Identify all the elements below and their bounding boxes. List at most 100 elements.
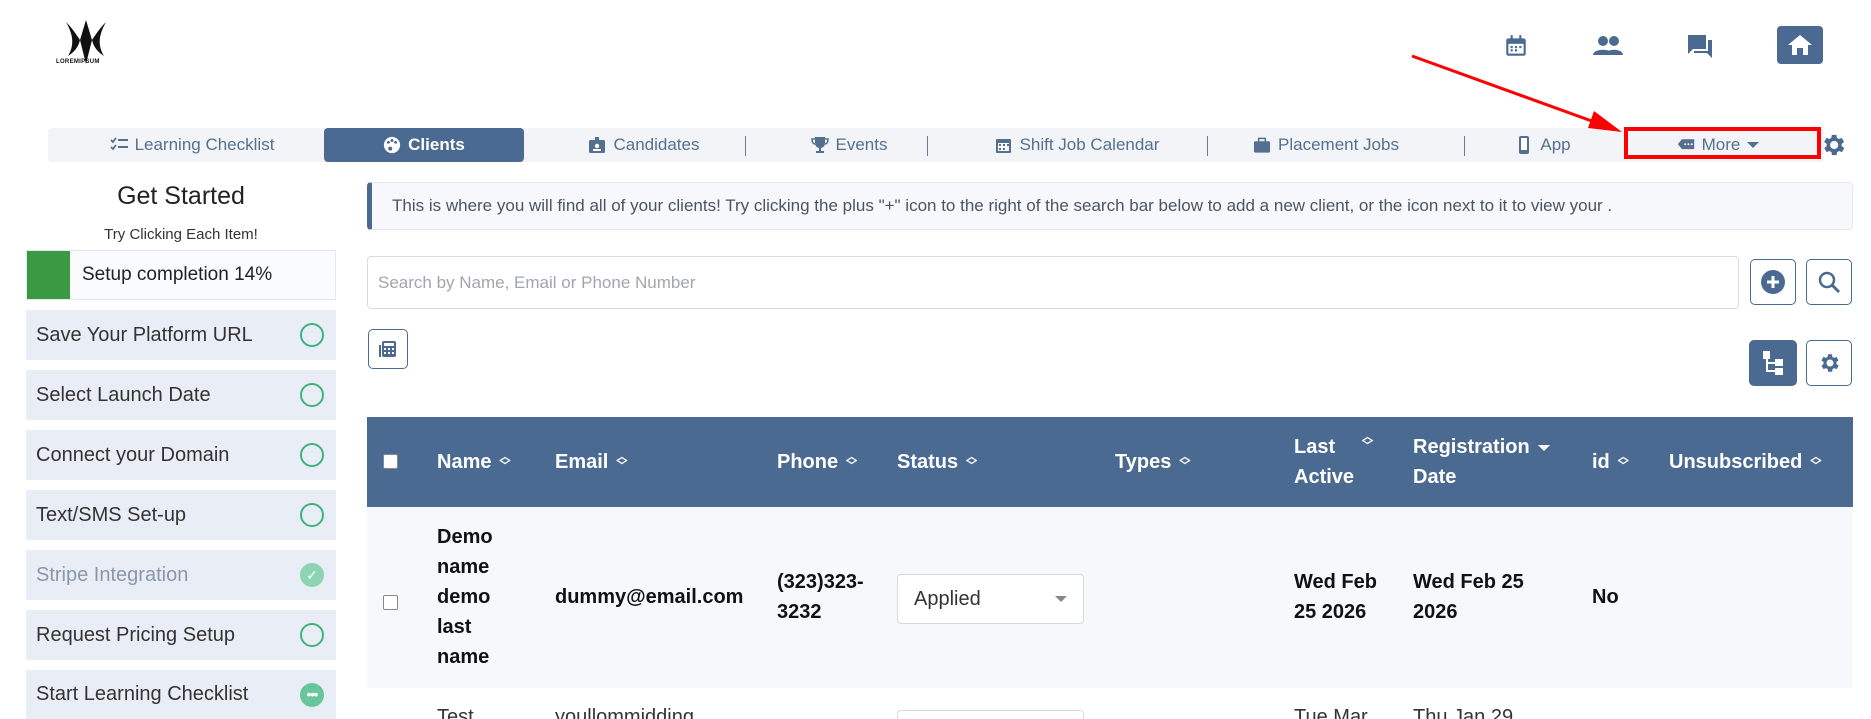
chat-icon[interactable] <box>1686 32 1714 60</box>
main-nav: Learning Checklist Clients Candidates Ev… <box>48 128 1824 162</box>
checklist-icon <box>109 136 128 154</box>
tab-events[interactable]: Events <box>764 128 934 162</box>
palette-icon <box>383 136 401 154</box>
circle-icon <box>300 503 324 527</box>
checklist-item-domain[interactable]: Connect your Domain <box>26 430 336 480</box>
search-button[interactable] <box>1806 259 1852 305</box>
table-settings-button[interactable] <box>1806 340 1852 386</box>
badge-icon <box>588 136 606 154</box>
checklist-item-sms[interactable]: Text/SMS Set-up <box>26 490 336 540</box>
column-header-label: Status <box>897 451 959 473</box>
checklist-item-launch-date[interactable]: Select Launch Date <box>26 370 336 420</box>
select-all-checkbox[interactable] <box>383 454 398 469</box>
sort-icon: ︿ ﹀ <box>846 451 858 472</box>
sort-icon: ︿ ﹀ <box>616 451 628 472</box>
tab-clients[interactable]: Clients <box>324 128 524 162</box>
calendar-icon[interactable] <box>1502 32 1530 60</box>
tab-placement-jobs[interactable]: Placement Jobs <box>1216 128 1436 162</box>
checklist-item-label: Start Learning Checklist <box>36 683 249 705</box>
calculator-icon <box>379 341 396 357</box>
cell-last-active: Tue Mar <box>1294 706 1368 719</box>
briefcase-icon <box>1253 136 1271 154</box>
sidebar-title: Get Started <box>117 182 245 210</box>
logo-text: LOREMIPSUM <box>56 59 100 65</box>
cell-phone: (323)323- 3232 <box>777 571 864 623</box>
sort-desc-icon <box>1537 445 1550 451</box>
table-row[interactable]: Demo name demo last name dummy@email.com… <box>367 507 1853 688</box>
column-header-registration-date[interactable]: Registration Date <box>1413 417 1550 507</box>
table-row[interactable]: Test youllommidding Tue Mar Thu Jan 29 <box>367 688 1853 719</box>
sort-icon: ︿ ﹀ <box>1617 451 1629 472</box>
more-dots-icon: ••• <box>300 682 324 707</box>
checklist-item-label: Save Your Platform URL <box>36 323 253 346</box>
column-header-unsubscribed[interactable]: Unsubscribed ︿ ﹀ <box>1669 417 1821 507</box>
cell-unsubscribed: No <box>1592 586 1619 608</box>
circle-icon <box>300 443 324 467</box>
cell-name: Demo name demo last name <box>437 526 493 668</box>
column-header-label: Last Active <box>1294 436 1355 488</box>
cell-registration-date: Wed Feb 25 2026 <box>1413 571 1524 623</box>
settings-gear-icon[interactable] <box>1818 130 1848 160</box>
column-header-types[interactable]: Types ︿ ﹀ <box>1115 417 1190 507</box>
tab-candidates[interactable]: Candidates <box>530 128 758 162</box>
tab-app[interactable]: App <box>1478 128 1608 162</box>
column-header-label: Name <box>437 451 492 473</box>
column-header-label: Email <box>555 451 609 473</box>
circle-icon <box>300 623 324 647</box>
tab-label: Clients <box>408 135 465 154</box>
checklist-item-label: Stripe Integration <box>36 563 189 586</box>
tab-learning-checklist[interactable]: Learning Checklist <box>88 128 296 162</box>
nav-divider <box>927 136 928 156</box>
sort-icon: ︿ ﹀ <box>499 451 511 472</box>
checklist-item-pricing[interactable]: Request Pricing Setup <box>26 610 336 660</box>
checklist-item-label: Select Launch Date <box>36 383 211 406</box>
status-value: Applied <box>914 587 981 610</box>
nav-divider <box>1207 136 1208 156</box>
tab-label: Events <box>835 135 888 154</box>
column-header-status[interactable]: Status ︿ ﹀ <box>897 417 977 507</box>
cell-email: dummy@email.com <box>555 586 744 608</box>
setup-progress: Setup completion 14% <box>26 250 336 300</box>
hierarchy-view-button[interactable] <box>1749 340 1797 386</box>
phone-icon <box>1515 136 1533 154</box>
tab-shift-job-calendar[interactable]: Shift Job Calendar <box>946 128 1208 162</box>
column-header-last-active[interactable]: Last Active ︿ ﹀ <box>1294 417 1373 507</box>
column-header-label: id <box>1592 451 1610 473</box>
tab-label: App <box>1540 135 1571 154</box>
column-header-label: Registration Date <box>1413 436 1530 488</box>
calendar-icon <box>995 136 1013 154</box>
tab-label: Candidates <box>613 135 700 154</box>
column-header-id[interactable]: id ︿ ﹀ <box>1592 417 1629 507</box>
tab-label: Shift Job Calendar <box>1019 135 1160 154</box>
column-header-name[interactable]: Name ︿ ﹀ <box>437 417 510 507</box>
sort-icon: ︿ ﹀ <box>1810 451 1822 472</box>
checklist-item-platform-url[interactable]: Save Your Platform URL <box>26 310 336 360</box>
progress-label: Setup completion 14% <box>82 264 273 285</box>
status-select[interactable]: Applied <box>897 574 1084 624</box>
add-client-button[interactable] <box>1750 259 1796 305</box>
home-button[interactable] <box>1777 26 1823 64</box>
checklist-item-learning[interactable]: Start Learning Checklist ••• <box>26 670 336 719</box>
people-icon[interactable] <box>1592 32 1624 60</box>
trophy-icon <box>810 136 829 154</box>
cell-last-active: Wed Feb 25 2026 <box>1294 571 1377 623</box>
calculator-button[interactable] <box>368 329 408 369</box>
checklist-item-stripe[interactable]: Stripe Integration ✓ <box>26 550 336 600</box>
circle-icon <box>300 383 324 407</box>
column-header-label: Phone <box>777 451 839 473</box>
column-header-label: Types <box>1115 451 1172 473</box>
status-select[interactable] <box>897 710 1084 719</box>
column-header-email[interactable]: Email ︿ ﹀ <box>555 417 627 507</box>
sort-icon: ︿ ﹀ <box>1179 451 1191 472</box>
checklist-item-label: Text/SMS Set-up <box>36 503 187 526</box>
search-input[interactable] <box>367 256 1739 309</box>
checklist-item-label: Connect your Domain <box>36 443 230 466</box>
column-header-phone[interactable]: Phone ︿ ﹀ <box>777 417 857 507</box>
cell-name: Test <box>437 706 474 719</box>
plus-circle-icon <box>1761 270 1785 294</box>
annotation-highlight-box <box>1624 127 1821 159</box>
gear-icon <box>1821 354 1839 372</box>
search-icon <box>1818 271 1841 294</box>
progress-fill <box>27 251 70 299</box>
row-checkbox[interactable] <box>383 595 398 610</box>
